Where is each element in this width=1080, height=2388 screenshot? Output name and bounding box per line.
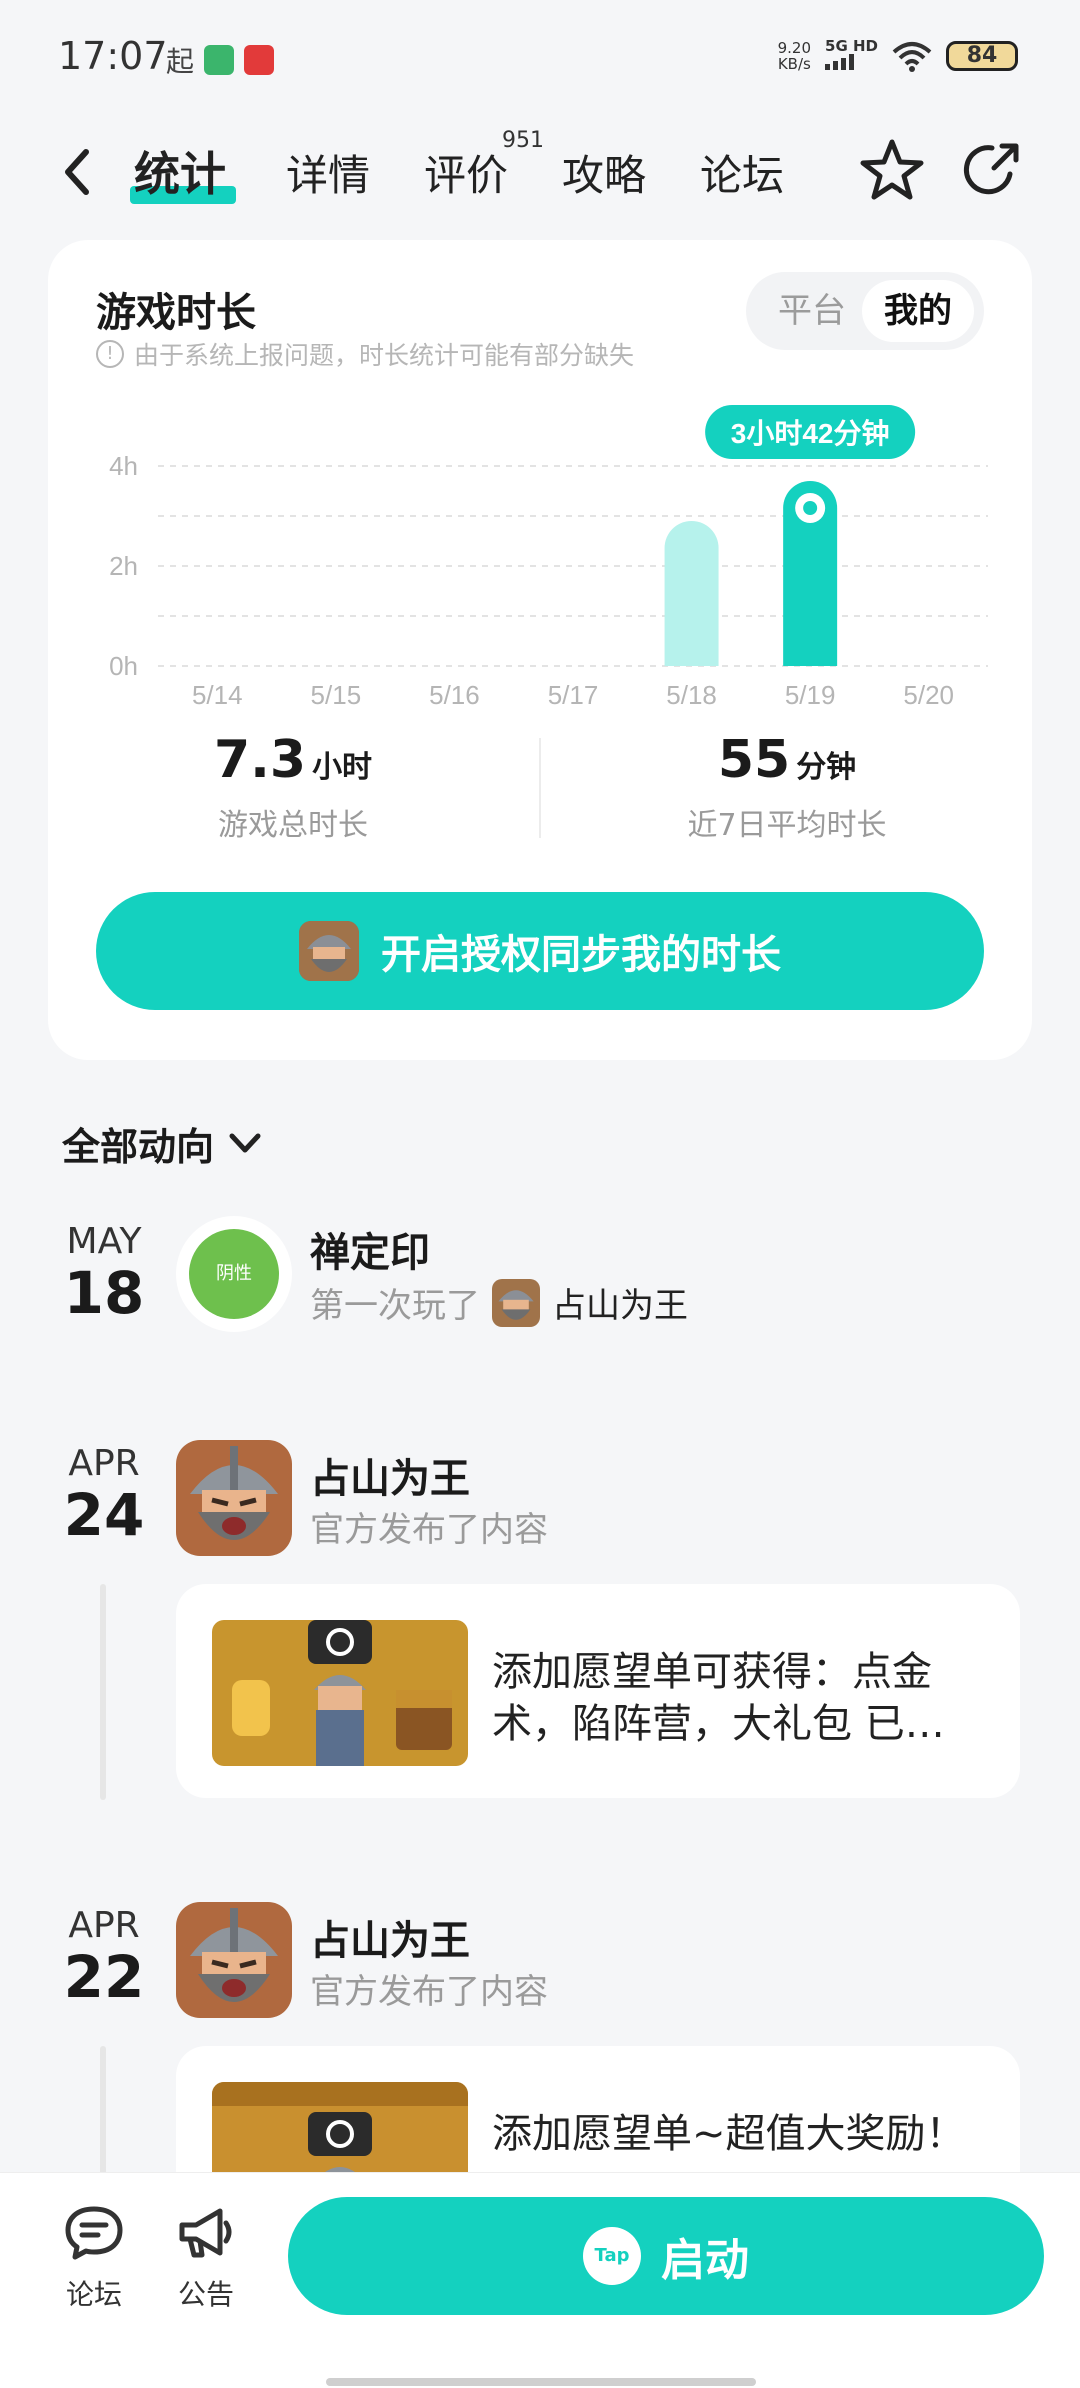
tab-guides[interactable]: 攻略 <box>562 142 646 203</box>
launch-label: 启动 <box>661 2235 749 2286</box>
home-indicator[interactable] <box>326 2378 756 2386</box>
total-time-label: 游戏总时长 <box>218 808 368 843</box>
total-time-unit: 小时 <box>312 750 373 785</box>
feed-action: 官方发布了内容 <box>310 1510 548 1550</box>
chart-x-tick: 5/17 <box>548 680 599 710</box>
segment-platform[interactable]: 平台 <box>756 280 868 342</box>
feed-month: APR <box>68 1905 140 1946</box>
chart-x-tick: 5/19 <box>785 680 836 710</box>
wifi-icon <box>892 41 932 72</box>
game-avatar-icon <box>299 921 359 981</box>
play-time-card: 游戏时长 ! 由于系统上报问题，时长统计可能有部分缺失 平台 我的 0h 2h 4h… <box>48 240 1032 1060</box>
bottom-bar: 论坛 公告 Tap 启动 <box>0 2172 1080 2388</box>
notification-app-icon <box>204 45 235 75</box>
chart-svg: 0h 2h 4h 5/14 5/15 5/16 5/17 5/18 5/19 3小时42分钟 5/2… <box>109 405 988 710</box>
tab-details[interactable]: 详情 <box>286 142 370 203</box>
tab-reviews[interactable]: 评价 <box>424 142 508 203</box>
status-time: 17:07 <box>58 34 168 78</box>
feed-action: 第一次玩了 占山为王 <box>310 1278 688 1327</box>
card-note: ! 由于系统上报问题，时长统计可能有部分缺失 <box>96 336 634 372</box>
feed-filter[interactable]: 全部动向 <box>62 1116 262 1171</box>
forum-icon <box>65 2206 123 2260</box>
battery-icon: 84 <box>946 40 1018 71</box>
feed-user-name[interactable]: 禅定印 <box>310 1220 430 1278</box>
segment-control: 平台 我的 <box>746 272 984 350</box>
stats-summary: 7.3 小时 游戏总时长 55 分钟 近7日平均时长 <box>48 730 1032 850</box>
qidian-icon: 起 <box>166 45 195 78</box>
forum-button[interactable]: 论坛 <box>44 2203 144 2313</box>
avg-time-label: 近7日平均时长 <box>687 808 887 843</box>
user-avatar[interactable]: 阴性 <box>176 1216 292 1332</box>
feed-date: APR 22 <box>56 1905 152 2011</box>
card-title: 游戏时长 <box>96 290 256 336</box>
feed-date: APR 24 <box>56 1443 152 1549</box>
feed-day: 24 <box>63 1481 145 1549</box>
game-avatar[interactable] <box>176 1902 292 2018</box>
share-icon[interactable] <box>956 134 1028 206</box>
play-time-chart: 0h 2h 4h 5/14 5/15 5/16 5/17 5/18 5/19 3小时42分钟 5/2… <box>88 400 1008 780</box>
network-speed: 9.20 KB/s <box>777 38 812 73</box>
feed-user-name[interactable]: 占山为王 <box>310 1446 470 1504</box>
avatar-badge: 阴性 <box>189 1229 279 1319</box>
avg-time-unit: 分钟 <box>796 750 857 785</box>
feed-title: 全部动向 <box>62 1125 215 1169</box>
feed-day: 22 <box>63 1943 145 2011</box>
notice-label: 公告 <box>177 2278 234 2311</box>
notification-app-icon <box>244 45 275 75</box>
forum-label: 论坛 <box>65 2278 122 2311</box>
chart-bar[interactable] <box>664 521 719 666</box>
chart-x-tick: 5/20 <box>903 680 954 710</box>
avg-time-value: 55 <box>717 730 791 790</box>
sync-time-button[interactable]: 开启授权同步我的时长 <box>96 892 984 1010</box>
notice-button[interactable]: 公告 <box>156 2203 256 2313</box>
tab-stats[interactable]: 统计 <box>134 138 226 204</box>
sync-button-label: 开启授权同步我的时长 <box>381 932 781 978</box>
feed-month: MAY <box>66 1221 142 1262</box>
feed-month: APR <box>68 1443 140 1484</box>
back-icon[interactable] <box>56 142 104 202</box>
chart-tooltip-label: 3小时42分钟 <box>731 418 890 449</box>
game-avatar-icon <box>492 1278 540 1327</box>
feed-action: 官方发布了内容 <box>310 1972 548 2012</box>
taptap-logo-icon: Tap <box>583 2227 641 2285</box>
chart-x-tick: 5/18 <box>666 680 717 710</box>
chart-y-tick: 2h <box>109 551 138 581</box>
chart-x-tick: 5/16 <box>429 680 480 710</box>
reviews-count-badge: 951 <box>502 128 544 153</box>
timeline-line <box>100 2046 106 2176</box>
total-time-value: 7.3 <box>213 730 307 790</box>
feed-user-name[interactable]: 占山为王 <box>310 1908 470 1966</box>
tab-forum[interactable]: 论坛 <box>700 142 784 203</box>
chevron-down-icon <box>229 1133 261 1152</box>
post-card[interactable]: 添加愿望单可获得：点金术，陷阵营，大礼包 已… <box>176 1584 1020 1798</box>
game-avatar[interactable] <box>176 1440 292 1556</box>
cellular-signal-icon: 5G HD <box>825 38 878 73</box>
chart-x-tick: 5/14 <box>192 680 243 710</box>
info-icon: ! <box>96 340 124 368</box>
avg-time-stat: 55 分钟 近7日平均时长 <box>542 730 1032 844</box>
total-time-stat: 7.3 小时 游戏总时长 <box>48 730 538 844</box>
megaphone-icon <box>179 2208 232 2258</box>
post-text: 添加愿望单可获得：点金术，陷阵营，大礼包 已… <box>492 1649 945 1747</box>
chart-y-tick: 0h <box>109 651 138 681</box>
post-text: 添加愿望单~超值大奖励！ <box>492 2111 966 2157</box>
feed-date: MAY 18 <box>56 1221 152 1327</box>
status-app-icons: 起 <box>166 40 275 80</box>
chart-bar-marker-inner <box>803 501 818 515</box>
timeline-line <box>100 1584 106 1800</box>
post-thumbnail <box>212 1620 468 1766</box>
status-bar: 17:07 起 9.20 KB/s 5G HD 84 <box>0 0 1080 110</box>
chart-x-tick: 5/15 <box>311 680 362 710</box>
top-nav: 统计 详情 评价 951 攻略 论坛 <box>0 120 1080 230</box>
segment-mine[interactable]: 我的 <box>862 280 974 342</box>
game-name-link[interactable]: 占山为王 <box>552 1278 688 1327</box>
star-icon[interactable] <box>856 134 928 206</box>
feed-day: 18 <box>63 1259 145 1327</box>
launch-button[interactable]: Tap 启动 <box>288 2197 1044 2315</box>
chart-y-tick: 4h <box>109 451 138 481</box>
stats-divider <box>539 738 541 838</box>
